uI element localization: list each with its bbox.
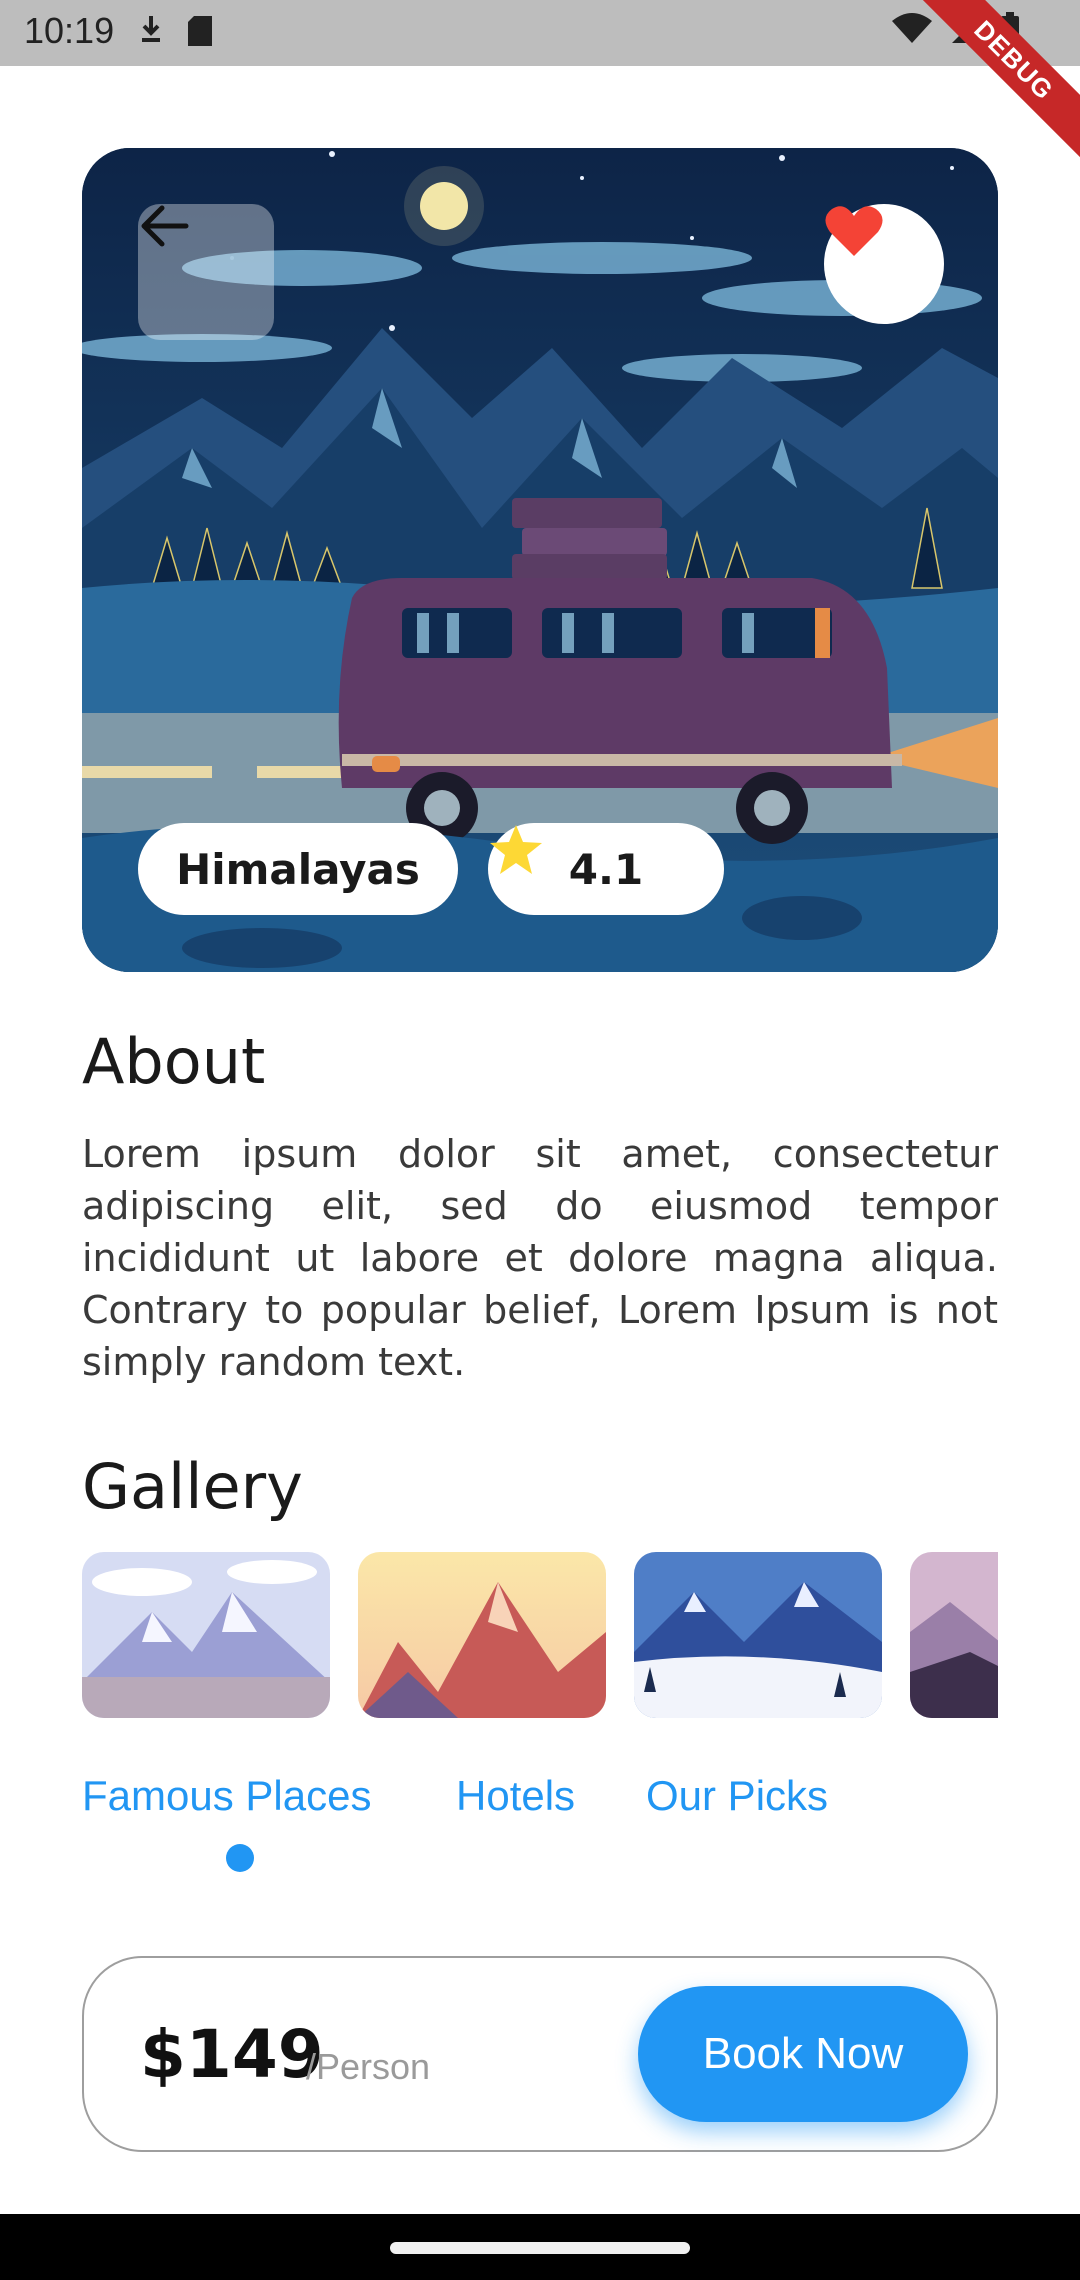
gallery-image-snowy-mountains[interactable] <box>82 1552 330 1718</box>
gallery-title: Gallery <box>82 1450 303 1523</box>
back-button[interactable] <box>138 204 274 340</box>
gallery-illustration <box>634 1552 882 1718</box>
about-text: Lorem ipsum dolor sit amet, consectetur … <box>82 1132 998 1384</box>
gallery-image-winter-valley[interactable] <box>634 1552 882 1718</box>
price-unit: /Person <box>306 2046 431 2087</box>
gallery-illustration <box>910 1552 998 1718</box>
rating-chip: 4.1 <box>488 823 724 915</box>
heart-icon <box>825 206 883 256</box>
system-nav-bar <box>0 2214 1080 2280</box>
home-handle[interactable] <box>390 2242 690 2254</box>
rating-value: 4.1 <box>568 844 644 894</box>
place-name: Himalayas <box>176 844 420 894</box>
about-title: About <box>82 1025 266 1098</box>
gallery-image-sunset-peaks[interactable] <box>358 1552 606 1718</box>
gallery-image-purple-hills[interactable] <box>910 1552 998 1718</box>
place-chip: Himalayas <box>138 823 458 915</box>
price-value: $149 <box>140 2016 324 2093</box>
tab-hotels[interactable]: Hotels <box>456 1772 575 1820</box>
gallery-strip[interactable] <box>82 1552 998 1718</box>
back-arrow-icon <box>141 205 189 247</box>
gallery-illustration <box>82 1552 330 1718</box>
gallery-illustration <box>358 1552 606 1718</box>
booking-card: $149 /Person Book Now <box>82 1956 998 2152</box>
star-icon <box>490 825 542 874</box>
category-tabs: Famous Places Hotels Our Picks <box>82 1772 998 1872</box>
favorite-button[interactable] <box>824 204 944 324</box>
download-icon <box>142 16 160 42</box>
book-now-button[interactable]: Book Now <box>638 1986 968 2122</box>
status-bar: 10:19 DEBUG <box>0 0 1080 168</box>
sd-card-icon <box>188 16 212 46</box>
tab-our-picks[interactable]: Our Picks <box>646 1772 828 1820</box>
wifi-icon <box>892 13 932 43</box>
tab-famous-places[interactable]: Famous Places <box>82 1772 371 1820</box>
hero-card: Himalayas 4.1 <box>82 148 998 972</box>
active-tab-indicator <box>226 1844 254 1872</box>
status-time: 10:19 <box>24 10 115 51</box>
